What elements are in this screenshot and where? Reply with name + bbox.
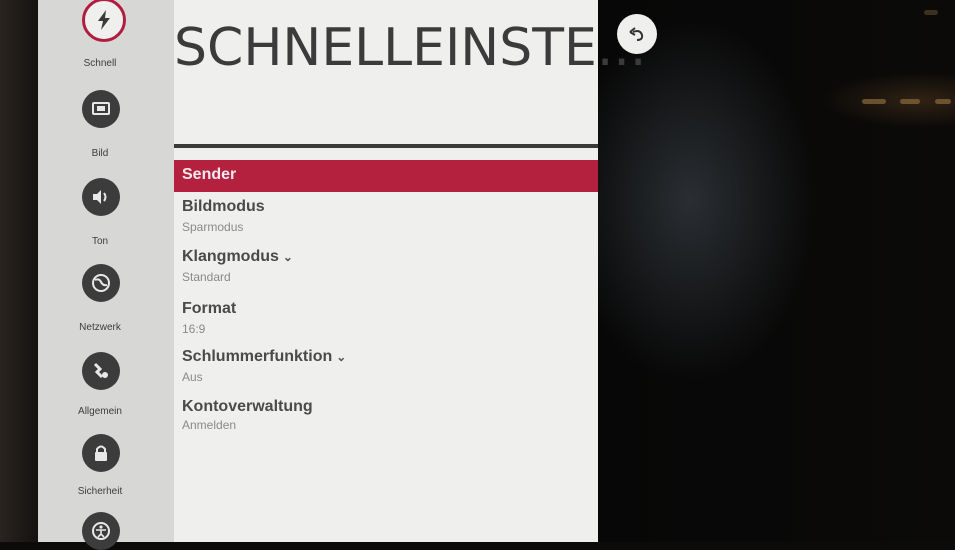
sidebar-item-label: Allgemein — [78, 406, 122, 417]
menu-item-label: Schlummerfunktion ⌄ — [182, 348, 347, 365]
menu-item-label: Bildmodus — [182, 198, 265, 215]
tv-bezel — [0, 0, 38, 542]
menu-item-value: 16:9 — [182, 322, 206, 336]
menu-item-label: Klangmodus ⌄ — [182, 248, 293, 265]
sidebar-item-sicherheit[interactable]: Sicherheit — [38, 434, 174, 504]
sidebar-item-ton[interactable]: Ton — [38, 178, 174, 248]
quick-settings-panel: SCHNELLEINSTE... Sender Bildmodus Sparmo… — [174, 0, 647, 542]
page-title: SCHNELLEINSTE... — [174, 18, 647, 78]
ceiling-light — [924, 10, 938, 15]
tools-icon — [82, 352, 120, 390]
sidebar-item-label: Bild — [91, 148, 109, 159]
back-button[interactable] — [617, 14, 657, 54]
menu-item-value: Anmelden — [182, 418, 237, 432]
chevron-down-icon: ⌄ — [336, 350, 347, 364]
sidebar-item-label: Netzwerk — [79, 322, 121, 333]
lock-icon — [82, 434, 120, 472]
lightning-icon — [82, 0, 126, 42]
menu-item-value: Standard — [182, 270, 231, 284]
menu-item-value: Sparmodus — [182, 220, 244, 234]
title-divider — [174, 144, 598, 148]
menu-item-klangmodus[interactable]: Klangmodus ⌄ Standard — [174, 248, 598, 288]
menu-item-label: Format — [182, 300, 237, 317]
menu-item-kontoverwaltung[interactable]: Kontoverwaltung Anmelden — [174, 398, 598, 438]
sidebar-item-schnell[interactable]: Schnell — [38, 0, 174, 75]
sidebar-item-allgemein[interactable]: Allgemein — [38, 352, 174, 422]
accessibility-icon — [82, 512, 120, 550]
menu-item-format[interactable]: Format 16:9 — [174, 300, 598, 340]
chevron-down-icon: ⌄ — [282, 250, 293, 264]
sidebar-item-netzwerk[interactable]: Netzwerk — [38, 264, 174, 334]
ceiling-light — [900, 99, 920, 104]
menu-item-label: Kontoverwaltung — [182, 398, 313, 415]
menu-item-sender[interactable]: Sender — [174, 160, 598, 192]
settings-sidebar: Schnell Bild Ton Netzwerk Allgemein Sich… — [38, 0, 174, 550]
sidebar-item-label: Sicherheit — [77, 486, 123, 497]
sidebar-item-bild[interactable]: Bild — [38, 90, 174, 160]
speaker-icon — [82, 178, 120, 216]
sidebar-item-label: Ton — [91, 236, 109, 247]
sidebar-item-accessibility[interactable] — [38, 512, 174, 550]
back-arrow-icon — [629, 27, 644, 41]
sidebar-item-label: Schnell — [83, 58, 117, 69]
menu-item-bildmodus[interactable]: Bildmodus Sparmodus — [174, 198, 598, 238]
picture-icon — [82, 90, 120, 128]
menu-item-label: Sender — [182, 166, 237, 183]
menu-item-value: Aus — [182, 370, 203, 384]
ceiling-light — [862, 99, 886, 104]
globe-icon — [82, 264, 120, 302]
ceiling-light — [935, 99, 951, 104]
menu-item-schlummerfunktion[interactable]: Schlummerfunktion ⌄ Aus — [174, 348, 598, 388]
